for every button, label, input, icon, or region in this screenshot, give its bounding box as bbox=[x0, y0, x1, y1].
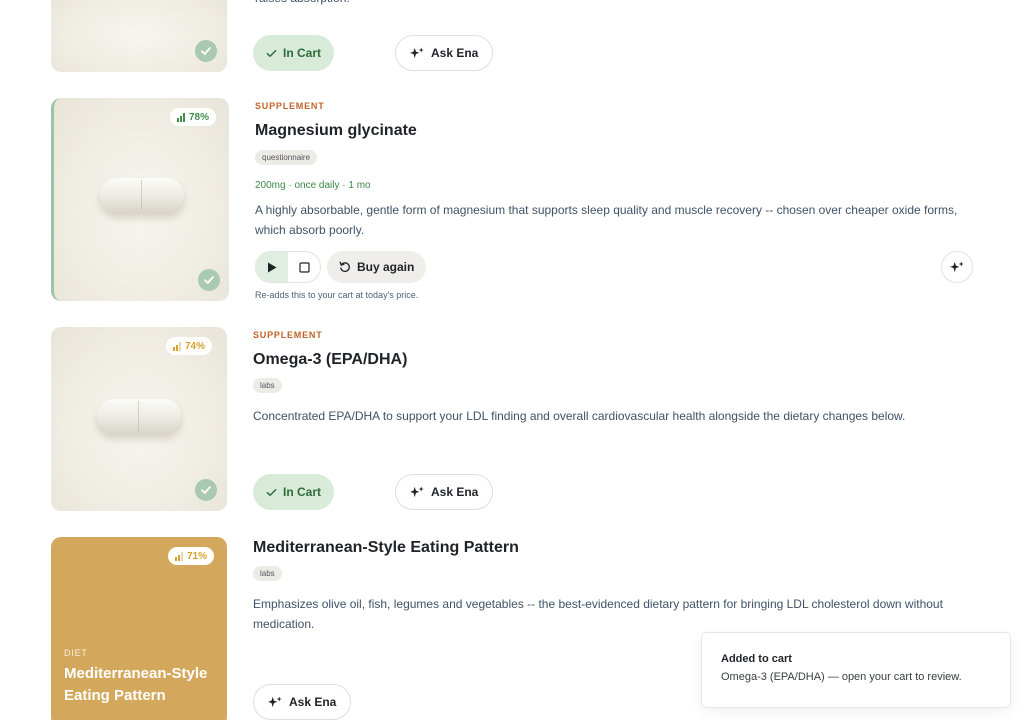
source-tag: questionnaire bbox=[255, 150, 318, 165]
ask-ena-button[interactable]: Ask Ena bbox=[395, 35, 494, 71]
diet-category: DIET bbox=[64, 648, 88, 658]
signal-bars-icon bbox=[173, 341, 181, 351]
buy-again-note: Re-adds this to your cart at today's pri… bbox=[255, 290, 419, 300]
item-category: SUPPLEMENT bbox=[255, 101, 325, 111]
dose-info: 200mg · once daily · 1 mo bbox=[255, 180, 371, 191]
item-title: Omega-3 (EPA/DHA) bbox=[253, 351, 408, 368]
item-description: Concentrated EPA/DHA to support your LDL… bbox=[253, 409, 906, 423]
ask-ena-label: Ask Ena bbox=[431, 46, 479, 60]
item-description: Emphasizes olive oil, fish, legumes and … bbox=[253, 597, 943, 631]
item-category: SUPPLEMENT bbox=[253, 330, 323, 340]
item-title: Mediterranean-Style Eating Pattern bbox=[253, 539, 519, 556]
ask-ena-button[interactable]: Ask Ena bbox=[253, 684, 352, 720]
product-image[interactable] bbox=[51, 0, 227, 72]
match-score: 71% bbox=[187, 550, 208, 562]
signal-bars-icon bbox=[177, 112, 185, 122]
in-cart-button[interactable]: In Cart bbox=[253, 474, 335, 510]
capsule-image bbox=[100, 178, 184, 212]
in-cart-button[interactable]: In Cart bbox=[253, 35, 335, 71]
diet-card[interactable]: 71% DIET Mediterranean-Style Eating Patt… bbox=[51, 537, 227, 720]
check-icon bbox=[195, 479, 217, 501]
match-score-badge: 71% bbox=[168, 547, 215, 565]
item-description: A highly absorbable, gentle form of magn… bbox=[255, 203, 958, 237]
check-icon bbox=[198, 269, 220, 291]
in-cart-label: In Cart bbox=[283, 46, 322, 60]
item-title: Magnesium glycinate bbox=[255, 122, 417, 139]
check-icon bbox=[195, 40, 217, 62]
toast-title: Added to cart bbox=[721, 653, 792, 665]
source-tag: labs bbox=[253, 378, 282, 393]
ask-ena-icon-button[interactable] bbox=[941, 251, 973, 283]
check-icon bbox=[266, 488, 277, 496]
match-score-badge: 78% bbox=[170, 108, 217, 126]
play-button[interactable] bbox=[256, 252, 288, 282]
product-image[interactable]: 74% bbox=[51, 327, 227, 511]
product-image[interactable]: 78% bbox=[51, 98, 229, 301]
buy-again-label: Buy again bbox=[357, 260, 415, 274]
play-icon bbox=[268, 262, 277, 272]
stop-icon bbox=[298, 261, 310, 273]
check-icon bbox=[266, 49, 277, 57]
capsule-image bbox=[97, 399, 181, 433]
sparkle-icon bbox=[410, 485, 424, 497]
match-score: 78% bbox=[189, 111, 210, 123]
item-description: raises absorption. bbox=[255, 0, 975, 8]
toast-body: Omega-3 (EPA/DHA) — open your cart to re… bbox=[721, 671, 962, 683]
sparkle-icon bbox=[268, 695, 282, 707]
ask-ena-label: Ask Ena bbox=[431, 485, 479, 499]
refresh-icon bbox=[339, 261, 350, 273]
sparkle-icon bbox=[410, 46, 424, 58]
toast-notification[interactable]: Added to cart Omega-3 (EPA/DHA) — open y… bbox=[701, 632, 1011, 708]
source-tag: labs bbox=[253, 566, 282, 581]
audio-player[interactable] bbox=[255, 251, 321, 283]
signal-bars-icon bbox=[175, 551, 183, 561]
sparkle-icon bbox=[949, 260, 964, 272]
ask-ena-button[interactable]: Ask Ena bbox=[395, 474, 494, 510]
ask-ena-label: Ask Ena bbox=[289, 695, 337, 709]
match-score-badge: 74% bbox=[166, 337, 213, 355]
match-score: 74% bbox=[185, 340, 206, 352]
diet-card-title: Mediterranean-Style Eating Pattern bbox=[64, 665, 208, 704]
buy-again-button[interactable]: Buy again bbox=[327, 251, 427, 283]
stop-button[interactable] bbox=[288, 252, 320, 282]
in-cart-label: In Cart bbox=[283, 485, 322, 499]
